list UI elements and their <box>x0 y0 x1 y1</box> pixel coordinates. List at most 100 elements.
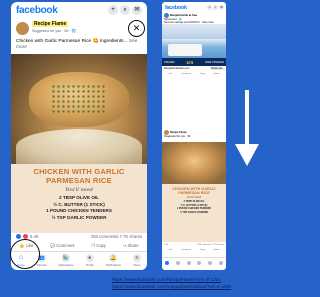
post-subtitle: Suggested for you · 5d · 🌐 <box>32 29 77 33</box>
bell-icon[interactable] <box>207 261 212 265</box>
post-author[interactable]: Recipe Flame <box>170 131 187 134</box>
like-button[interactable]: Like <box>168 249 172 251</box>
messenger-icon[interactable]: ✉ <box>219 5 224 10</box>
home-icon[interactable] <box>165 261 170 265</box>
copy-button[interactable]: ❐ Copy <box>91 243 106 248</box>
rice-illustration <box>16 129 142 164</box>
avatar[interactable] <box>16 22 29 35</box>
comment-label: Comment <box>56 243 75 248</box>
ingredient-item: 2 TBSP OLIVE OIL <box>59 195 99 200</box>
ad-price: $75 <box>186 59 194 65</box>
like-button[interactable]: Like <box>168 73 172 75</box>
bottom-navigation <box>162 257 226 270</box>
ad-label-right: FREE UPGRADE <box>205 60 224 64</box>
ingredient-list: 2 TBSP OLIVE OIL ½ C. BUTTER (1 STICK) 1… <box>11 195 147 221</box>
phone-screenshot-feed: facebook + ⌕ ✉ Margaritaville at Sea Spo… <box>162 2 226 270</box>
share-label: Share <box>127 243 139 248</box>
create-icon[interactable]: + <box>207 5 212 10</box>
nav-profile[interactable]: ● Profile <box>85 252 94 270</box>
recipe-title: CHICKEN WITH GARLIC PARMESAN RICE <box>11 167 147 185</box>
comments-shares-count[interactable]: 353 comments 7.7K shares <box>197 244 224 246</box>
you-need-label: You'll need <box>186 196 202 200</box>
nav-marketplace-label: Marketplace <box>58 263 74 267</box>
nav-menu[interactable]: ≡ Menu <box>132 252 141 270</box>
you-need-label: You'll need <box>65 187 93 193</box>
parsley-illustration <box>51 84 106 114</box>
nav-friends-label: Friends <box>37 263 47 267</box>
ingredient-item: ½ TSP GARLIC POWDER <box>51 214 107 220</box>
ingredient-item: 1 POUND CHICKEN TENDERS <box>46 208 112 214</box>
search-icon[interactable]: ⌕ <box>213 5 218 10</box>
post-subtitle: Suggested for you · 5d <box>164 135 191 138</box>
friends-icon[interactable] <box>175 261 180 265</box>
comment-button[interactable]: Comment <box>181 249 190 251</box>
food-photo[interactable] <box>162 142 226 184</box>
share-button[interactable]: ↪ Share <box>123 243 139 248</box>
search-icon[interactable]: ⌕ <box>120 5 130 15</box>
facebook-logo[interactable]: facebook <box>16 5 58 16</box>
profile-icon: ● <box>85 254 94 262</box>
ad-actions: Like Comment Copy Share <box>164 73 224 75</box>
copy-button[interactable]: Copy <box>200 249 205 251</box>
reactions-count[interactable]: 5.4K <box>164 244 169 246</box>
ad-price-banner: CRUISES $75 FREE UPGRADE <box>162 58 226 66</box>
close-icon[interactable]: ✕ <box>128 20 145 37</box>
share-button[interactable]: Share <box>214 249 220 251</box>
marketplace-icon: 🏪 <box>62 254 71 262</box>
recipe-title-line2: PARMESAN RICE <box>178 191 210 196</box>
cabin-bed-illustration <box>168 44 202 56</box>
top-icons: + ⌕ ✉ <box>108 5 142 15</box>
create-icon[interactable]: + <box>108 5 118 15</box>
top-icons: + ⌕ ✉ <box>207 5 224 10</box>
bell-icon: 🔔 <box>109 254 118 262</box>
menu-icon[interactable] <box>218 261 223 265</box>
recipe-card: CHICKEN WITH GARLIC PARMESAN RICE You'll… <box>11 164 147 233</box>
facebook-logo[interactable]: facebook <box>165 5 187 11</box>
food-photo[interactable] <box>11 54 147 164</box>
ad-author[interactable]: Margaritaville at Sea <box>170 13 197 17</box>
post-header: Recipe Flame Suggested for you · 5d <box>164 130 224 138</box>
post-stats: 5.4K 353 comments 7.7K shares <box>16 234 142 239</box>
ingredient-list: 2 TBSP OLIVE OIL ½ C. BUTTER (1 STICK) 1… <box>162 200 226 214</box>
post-caption: Chicken with Garlic Parmesan Rice 😋 Ingr… <box>16 39 142 52</box>
book-now-button[interactable]: Book now <box>209 67 224 70</box>
marketplace-icon[interactable] <box>186 261 191 265</box>
nav-notifications[interactable]: 🔔 Notifications <box>106 252 121 270</box>
home-highlight-circle <box>10 239 40 269</box>
ad-header: Margaritaville at Sea Sponsored · 🌐 Summ… <box>164 13 224 24</box>
phone-screenshot-main: facebook + ⌕ ✉ Recipe Flame Suggested fo… <box>11 2 147 270</box>
post-actions: Like Comment Copy Share <box>164 249 224 251</box>
source-url-link[interactable]: https://www.facebook.com/margaritavillea… <box>112 284 286 291</box>
nav-menu-label: Menu <box>133 263 141 267</box>
ingredient-item: ½ TSP GARLIC POWDER <box>179 210 209 214</box>
nav-profile-label: Profile <box>85 263 94 267</box>
ad-label-left: CRUISES <box>164 60 175 64</box>
ingredient-item: ½ C. BUTTER (1 STICK) <box>53 201 105 207</box>
comment-button[interactable]: Comment <box>181 73 190 75</box>
caption-text: Chicken with Garlic Parmesan Rice 😋 Ingr… <box>16 39 128 44</box>
ad-cta-text: MargaritavilleatSea.com <box>164 67 190 70</box>
comment-icon: 💬 <box>50 242 56 248</box>
menu-icon: ≡ <box>132 254 141 262</box>
recipe-title: CHICKEN WITH GARLIC PARMESAN RICE <box>162 187 226 195</box>
recipe-title-line2: PARMESAN RICE <box>46 175 112 185</box>
copy-icon: ❐ <box>91 243 96 248</box>
source-urls: https://www.facebook.com/RecipeFlame/?re… <box>112 277 286 290</box>
nav-notifications-label: Notifications <box>105 263 121 267</box>
messenger-icon[interactable]: ✉ <box>132 5 142 15</box>
comments-shares-count[interactable]: 353 comments 7.7K shares <box>91 234 142 239</box>
recipe-card: CHICKEN WITH GARLIC PARMESAN RICE You'll… <box>162 184 226 242</box>
share-icon: ↪ <box>122 243 127 248</box>
ad-cta-row: MargaritavilleatSea.com Book now <box>164 67 224 70</box>
copy-button[interactable]: Copy <box>200 73 205 75</box>
copy-label: Copy <box>96 243 106 248</box>
reactions-count: 5.4K <box>30 234 39 239</box>
like-reaction-icon <box>16 234 21 239</box>
post-author[interactable]: Recipe Flame <box>32 21 69 27</box>
comment-button[interactable]: 💬 Comment <box>50 243 74 249</box>
source-url-link[interactable]: https://www.facebook.com/RecipeFlame/?re… <box>112 277 286 284</box>
share-button[interactable]: Share <box>214 73 220 75</box>
profile-icon[interactable] <box>197 261 202 265</box>
nav-marketplace[interactable]: 🏪 Marketplace <box>58 252 74 270</box>
scroll-down-arrow-icon <box>235 90 259 166</box>
